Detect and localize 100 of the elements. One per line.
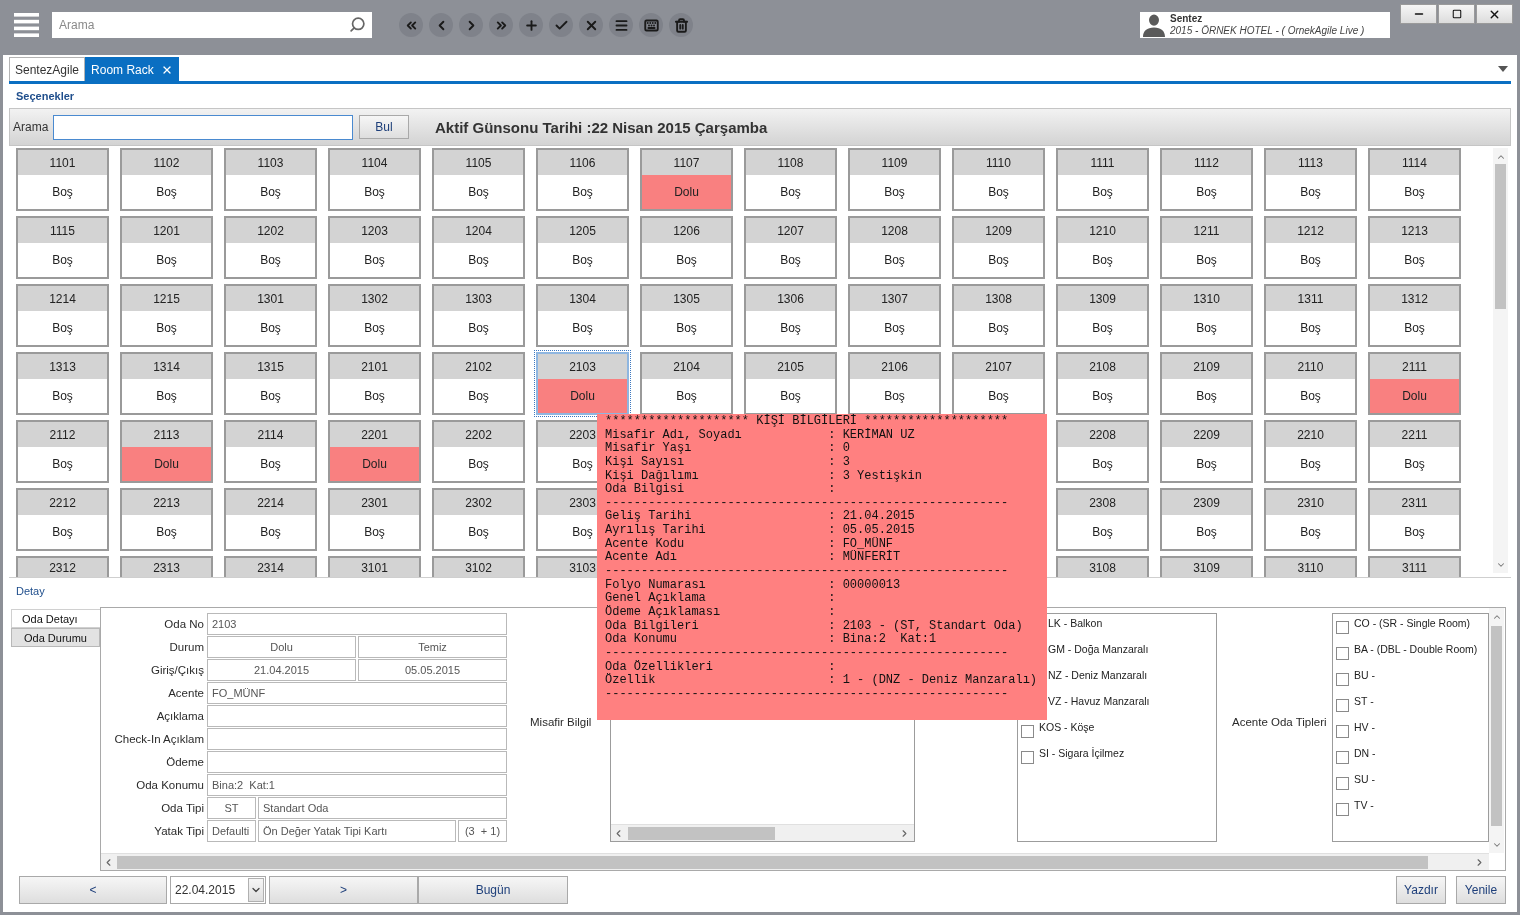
room-tile[interactable]: 1215 Boş xyxy=(120,284,213,347)
today-button[interactable]: Bugün xyxy=(418,876,568,904)
room-tile[interactable]: 1307 Boş xyxy=(848,284,941,347)
checkbox[interactable] xyxy=(1336,725,1349,738)
confirm-button[interactable] xyxy=(549,13,573,37)
next-day-button[interactable]: > xyxy=(269,876,418,904)
room-tile[interactable]: 1203 Boş xyxy=(328,216,421,279)
side-tab[interactable]: Oda Detayı xyxy=(11,609,100,628)
detail-header[interactable]: Detay xyxy=(16,585,45,597)
room-tile[interactable]: 1311 Boş xyxy=(1264,284,1357,347)
checkbox[interactable] xyxy=(1336,673,1349,686)
room-tile[interactable]: 1202 Boş xyxy=(224,216,317,279)
room-tile[interactable]: 1212 Boş xyxy=(1264,216,1357,279)
room-tile[interactable]: 1214 Boş xyxy=(16,284,109,347)
search-icon[interactable] xyxy=(349,16,366,33)
list-button[interactable] xyxy=(609,13,633,37)
room-tile[interactable]: 2314 xyxy=(224,556,317,577)
room-tile[interactable]: 1107 Dolu xyxy=(640,148,733,211)
room-tile[interactable]: 2213 Boş xyxy=(120,488,213,551)
checkbox[interactable] xyxy=(1336,803,1349,816)
find-button[interactable]: Bul xyxy=(359,115,409,139)
checkbox[interactable] xyxy=(1336,621,1349,634)
room-tile[interactable]: 2208 Boş xyxy=(1056,420,1149,483)
room-tile[interactable]: 1315 Boş xyxy=(224,352,317,415)
dropdown-button[interactable] xyxy=(248,878,264,902)
room-tile[interactable]: 1205 Boş xyxy=(536,216,629,279)
room-tile[interactable]: 1207 Boş xyxy=(744,216,837,279)
room-tile[interactable]: 1102 Boş xyxy=(120,148,213,211)
side-tab[interactable]: Oda Durumu xyxy=(11,628,100,647)
room-tile[interactable]: 1113 Boş xyxy=(1264,148,1357,211)
chevron-down-icon[interactable] xyxy=(1491,840,1502,850)
room-tile[interactable]: 1106 Boş xyxy=(536,148,629,211)
maximize-button[interactable] xyxy=(1438,4,1475,24)
room-tile[interactable]: 1206 Boş xyxy=(640,216,733,279)
room-tile[interactable]: 1114 Boş xyxy=(1368,148,1461,211)
checkbox[interactable] xyxy=(1021,751,1034,764)
checkbox[interactable] xyxy=(1336,647,1349,660)
room-tile[interactable]: 3101 xyxy=(328,556,421,577)
input-field[interactable]: 21.04.2015 xyxy=(207,659,356,681)
room-tile[interactable]: 2104 Boş xyxy=(640,352,733,415)
input-field[interactable]: 2103 xyxy=(207,613,507,635)
room-tile[interactable]: 1204 Boş xyxy=(432,216,525,279)
chevron-up-icon[interactable] xyxy=(1491,612,1502,622)
tab[interactable]: SentezAgile xyxy=(9,57,86,81)
room-tile[interactable]: 1312 Boş xyxy=(1368,284,1461,347)
room-tile[interactable]: 2301 Boş xyxy=(328,488,421,551)
room-tile[interactable]: 1115 Boş xyxy=(16,216,109,279)
room-tile[interactable]: 2112 Boş xyxy=(16,420,109,483)
input-field[interactable]: FO_MÜNF xyxy=(207,682,507,704)
room-tile[interactable]: 1301 Boş xyxy=(224,284,317,347)
chevron-up-icon[interactable] xyxy=(1495,152,1506,162)
room-tile[interactable]: 1111 Boş xyxy=(1056,148,1149,211)
input-field[interactable]: Bina:2 Kat:1 xyxy=(207,774,507,796)
next-button[interactable] xyxy=(459,13,483,37)
room-tile[interactable]: 2102 Boş xyxy=(432,352,525,415)
room-tile[interactable]: 1306 Boş xyxy=(744,284,837,347)
room-tile[interactable]: 2210 Boş xyxy=(1264,420,1357,483)
room-tile[interactable]: 1208 Boş xyxy=(848,216,941,279)
room-tile[interactable]: 3108 xyxy=(1056,556,1149,577)
input-field[interactable]: Dolu xyxy=(207,636,356,658)
input-field[interactable] xyxy=(207,705,507,727)
room-tile[interactable]: 2111 Dolu xyxy=(1368,352,1461,415)
room-tile[interactable]: 2105 Boş xyxy=(744,352,837,415)
room-tile[interactable]: 2106 Boş xyxy=(848,352,941,415)
options-header[interactable]: Seçenekler xyxy=(16,90,75,102)
vertical-scrollbar[interactable] xyxy=(1489,608,1504,853)
add-button[interactable] xyxy=(519,13,543,37)
room-tile[interactable]: 2302 Boş xyxy=(432,488,525,551)
first-button[interactable] xyxy=(399,13,423,37)
room-tile[interactable]: 2214 Boş xyxy=(224,488,317,551)
room-tile[interactable]: 1308 Boş xyxy=(952,284,1045,347)
room-tile[interactable]: 1209 Boş xyxy=(952,216,1045,279)
room-tile[interactable]: 2107 Boş xyxy=(952,352,1045,415)
room-tile[interactable]: 2311 Boş xyxy=(1368,488,1461,551)
room-tile[interactable]: 2212 Boş xyxy=(16,488,109,551)
room-tile[interactable]: 1303 Boş xyxy=(432,284,525,347)
checkbox[interactable] xyxy=(1336,751,1349,764)
room-tile[interactable]: 2201 Dolu xyxy=(328,420,421,483)
room-tile[interactable]: 2310 Boş xyxy=(1264,488,1357,551)
input-field[interactable]: Temiz xyxy=(358,636,507,658)
horizontal-scrollbar[interactable] xyxy=(101,853,1489,870)
input-field[interactable]: 05.05.2015 xyxy=(358,659,507,681)
room-tile[interactable]: 2113 Dolu xyxy=(120,420,213,483)
room-tile[interactable]: 1110 Boş xyxy=(952,148,1045,211)
room-tile[interactable]: 1313 Boş xyxy=(16,352,109,415)
print-button[interactable]: Yazdır xyxy=(1396,876,1446,904)
input-field[interactable]: (3 + 1) xyxy=(458,820,507,842)
room-tile[interactable]: 1104 Boş xyxy=(328,148,421,211)
minimize-button[interactable] xyxy=(1400,4,1437,24)
input-field[interactable]: Standart Oda xyxy=(258,797,507,819)
caret-down-icon[interactable] xyxy=(1498,66,1508,72)
room-tile[interactable]: 1105 Boş xyxy=(432,148,525,211)
tab[interactable]: Room Rack xyxy=(85,57,179,81)
delete-button[interactable] xyxy=(669,13,693,37)
room-tile[interactable]: 3102 xyxy=(432,556,525,577)
input-field[interactable] xyxy=(207,728,507,750)
room-tile[interactable]: 1302 Boş xyxy=(328,284,421,347)
search-field[interactable]: Arama xyxy=(52,12,372,38)
room-tile[interactable]: 2114 Boş xyxy=(224,420,317,483)
previous-button[interactable] xyxy=(429,13,453,37)
